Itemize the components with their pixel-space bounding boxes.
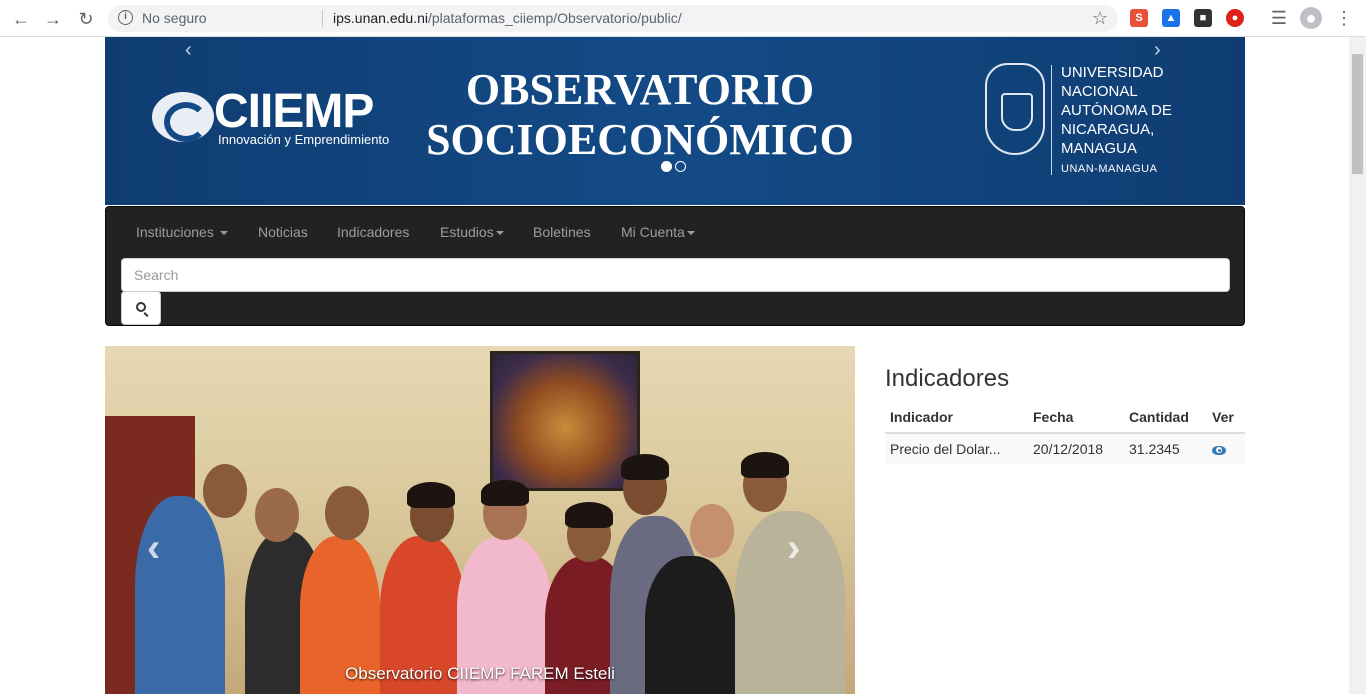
photo-person-head bbox=[203, 464, 247, 518]
photo-person-hair bbox=[565, 502, 613, 528]
column-header-cantidad: Cantidad bbox=[1124, 402, 1207, 434]
banner-prev-arrow[interactable]: ‹ bbox=[185, 39, 192, 62]
carousel-next-arrow[interactable]: › bbox=[787, 526, 800, 571]
reload-icon[interactable]: ↻ bbox=[75, 8, 97, 30]
photo-person-head bbox=[690, 504, 734, 558]
photo-painting bbox=[490, 351, 640, 491]
unan-abbr: UNAN-MANAGUA bbox=[1061, 163, 1158, 175]
browser-toolbar: ← → ↻ i No seguro ips.unan.edu.ni/plataf… bbox=[0, 0, 1366, 37]
cell-cantidad: 31.2345 bbox=[1124, 433, 1207, 464]
banner-indicators bbox=[661, 159, 689, 177]
nav-instituciones[interactable]: Instituciones bbox=[136, 224, 228, 240]
info-icon[interactable]: i bbox=[118, 10, 133, 25]
extension-icon-box[interactable]: ■ bbox=[1194, 9, 1212, 27]
chevron-down-icon bbox=[686, 231, 695, 236]
search-button[interactable] bbox=[121, 291, 161, 325]
photo-person-head bbox=[255, 488, 299, 542]
search-icon bbox=[136, 302, 146, 312]
banner-next-arrow[interactable]: › bbox=[1154, 39, 1161, 62]
photo-person-hair bbox=[481, 480, 529, 506]
photo-carousel: ‹ › Observatorio CIIEMP FAREM Esteli bbox=[105, 346, 855, 694]
nav-estudios[interactable]: Estudios bbox=[440, 224, 504, 240]
title-line-1: OBSERVATORIO bbox=[465, 65, 815, 114]
carousel-prev-arrow[interactable]: ‹ bbox=[147, 526, 160, 571]
column-header-fecha: Fecha bbox=[1028, 402, 1124, 434]
photo-person-hair bbox=[741, 452, 789, 478]
title-line-2: SOCIOECONÓMICO bbox=[426, 115, 854, 164]
indicadores-title: Indicadores bbox=[885, 365, 1010, 392]
main-navbar: Instituciones Noticias Indicadores Estud… bbox=[105, 206, 1245, 326]
nav-noticias[interactable]: Noticias bbox=[258, 224, 308, 240]
media-icon[interactable]: ☰ bbox=[1268, 7, 1290, 29]
unan-name: UNIVERSIDAD NACIONAL AUTÓNOMA DE NICARAG… bbox=[1061, 64, 1172, 157]
banner-dot-2[interactable] bbox=[675, 161, 686, 172]
table-row: Precio del Dolar... 20/12/2018 31.2345 bbox=[885, 433, 1245, 464]
banner-dot-1[interactable] bbox=[661, 161, 672, 172]
extension-icon-s[interactable]: S bbox=[1130, 9, 1148, 27]
ciiemp-name: CIIEMP bbox=[214, 85, 374, 138]
page-scrollbar[interactable] bbox=[1349, 37, 1366, 694]
chevron-down-icon bbox=[219, 231, 228, 236]
column-header-ver: Ver bbox=[1207, 402, 1245, 434]
back-icon[interactable]: ← bbox=[10, 8, 32, 30]
header-banner: ‹ › CIIEMP Innovación y Emprendimiento O… bbox=[105, 37, 1245, 205]
nav-boletines[interactable]: Boletines bbox=[533, 224, 591, 240]
indicadores-table: Indicador Fecha Cantidad Ver Precio del … bbox=[885, 402, 1245, 464]
scrollbar-thumb[interactable] bbox=[1352, 54, 1363, 174]
page-title: OBSERVATORIO SOCIOECONÓMICO bbox=[415, 65, 865, 165]
extension-icon-record[interactable]: ● bbox=[1226, 9, 1244, 27]
extension-icon-shield[interactable]: ▲ bbox=[1162, 9, 1180, 27]
table-header-row: Indicador Fecha Cantidad Ver bbox=[885, 402, 1245, 434]
forward-icon[interactable]: → bbox=[42, 8, 64, 30]
ciiemp-tagline: Innovación y Emprendimiento bbox=[218, 132, 390, 147]
search-input[interactable] bbox=[121, 258, 1230, 292]
column-header-indicador: Indicador bbox=[885, 402, 1028, 434]
address-bar[interactable]: i No seguro ips.unan.edu.ni/plataformas_… bbox=[108, 5, 1118, 32]
profile-icon[interactable]: ● bbox=[1300, 7, 1322, 29]
cell-indicador: Precio del Dolar... bbox=[885, 433, 1028, 464]
cell-ver bbox=[1207, 433, 1245, 464]
url-text[interactable]: ips.unan.edu.ni/plataformas_ciiemp/Obser… bbox=[333, 10, 682, 26]
carousel-caption: Observatorio CIIEMP FAREM Esteli bbox=[345, 664, 615, 683]
photo-person-hair bbox=[621, 454, 669, 480]
nav-mi-cuenta[interactable]: Mi Cuenta bbox=[621, 224, 695, 240]
unan-divider bbox=[1051, 65, 1052, 175]
unan-seal-icon bbox=[985, 63, 1045, 155]
eye-icon[interactable] bbox=[1212, 445, 1226, 455]
cell-fecha: 20/12/2018 bbox=[1028, 433, 1124, 464]
star-icon[interactable]: ☆ bbox=[1092, 8, 1108, 29]
address-separator bbox=[322, 10, 323, 27]
ciiemp-swirl-icon bbox=[152, 92, 214, 142]
photo-person-head bbox=[325, 486, 369, 540]
photo-person-hair bbox=[407, 482, 455, 508]
nav-indicadores[interactable]: Indicadores bbox=[337, 224, 409, 240]
chevron-down-icon bbox=[495, 231, 504, 236]
security-label: No seguro bbox=[142, 10, 207, 26]
menu-icon[interactable]: ⋮ bbox=[1333, 7, 1355, 29]
